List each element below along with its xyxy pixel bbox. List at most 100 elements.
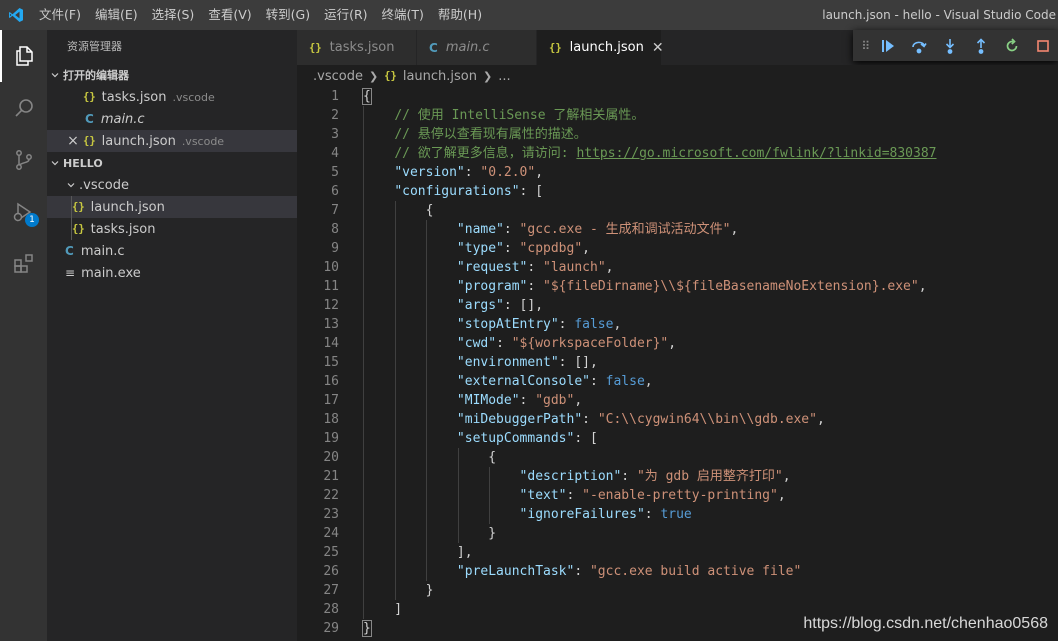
line-number: 23 [323, 507, 339, 522]
json-string: "${workspaceFolder}" [511, 336, 669, 351]
json-string: "${fileDirname}\\${fileBasenameNoExtensi… [543, 279, 919, 294]
comment-link[interactable]: https://go.microsoft.com/fwlink/?linkid=… [576, 146, 936, 161]
line-number: 5 [331, 165, 339, 180]
window-title: launch.json - hello - Visual Studio Code [822, 8, 1056, 22]
json-boolean: false [605, 374, 645, 389]
code-line: 22 "text": "-enable-pretty-printing", [297, 486, 1058, 505]
explorer-icon[interactable] [0, 30, 47, 82]
line-number: 18 [323, 412, 339, 427]
title-bar: 文件(F) 编辑(E) 选择(S) 查看(V) 转到(G) 运行(R) 终端(T… [0, 0, 1058, 30]
breadcrumb-more[interactable]: ... [498, 69, 510, 84]
open-editor-item[interactable]: {} tasks.json .vscode [47, 86, 297, 108]
line-number: 20 [323, 450, 339, 465]
file-item[interactable]: C main.c [47, 240, 297, 262]
chevron-down-icon [63, 180, 79, 190]
tab-main-c[interactable]: C main.c [417, 30, 537, 65]
stop-icon[interactable] [1027, 32, 1058, 60]
workspace-header[interactable]: HELLO [47, 152, 297, 174]
breadcrumb-file[interactable]: launch.json [403, 69, 477, 84]
breadcrumb-folder[interactable]: .vscode [313, 69, 363, 84]
activity-bar: 1 [0, 30, 47, 641]
json-key: "cwd" [456, 336, 497, 351]
json-key: "externalConsole" [456, 374, 590, 389]
debug-toolbar: ⠿ [853, 30, 1058, 61]
step-out-icon[interactable] [965, 32, 996, 60]
line-number: 24 [323, 526, 339, 541]
extensions-icon[interactable] [0, 238, 47, 290]
menu-help[interactable]: 帮助(H) [431, 0, 489, 30]
run-debug-icon[interactable]: 1 [0, 186, 47, 238]
close-icon[interactable]: ✕ [652, 40, 664, 56]
c-file-icon: C [429, 40, 438, 55]
open-editor-name: main.c [100, 111, 145, 127]
json-string: "gcc.exe build active file" [589, 564, 802, 579]
step-into-icon[interactable] [934, 32, 965, 60]
restart-icon[interactable] [996, 32, 1027, 60]
json-file-icon: {} [549, 41, 562, 54]
code-editor[interactable]: 1{ 2 // 使用 IntelliSense 了解相关属性。 3 // 悬停以… [297, 87, 1058, 641]
code-line: 2 // 使用 IntelliSense 了解相关属性。 [297, 106, 1058, 125]
code-line: 12 "args": [], [297, 296, 1058, 315]
file-item[interactable]: {} launch.json [47, 196, 297, 218]
open-editors-header[interactable]: 打开的编辑器 [47, 64, 297, 86]
code-line: 24 } [297, 524, 1058, 543]
menu-terminal[interactable]: 终端(T) [375, 0, 431, 30]
file-item[interactable]: {} tasks.json [47, 218, 297, 240]
menu-edit[interactable]: 编辑(E) [88, 0, 145, 30]
exe-file-icon: ≡ [65, 266, 76, 280]
json-key: "ignoreFailures" [519, 507, 645, 522]
code-line: 7 { [297, 201, 1058, 220]
json-key: "args" [456, 298, 504, 313]
line-number: 3 [331, 127, 339, 142]
step-over-icon[interactable] [903, 32, 934, 60]
code-line: 8 "name": "gcc.exe - 生成和调试活动文件", [297, 220, 1058, 239]
line-number: 21 [323, 469, 339, 484]
folder-item[interactable]: .vscode [47, 174, 297, 196]
open-editor-item[interactable]: C main.c [47, 108, 297, 130]
code-line: 15 "environment": [], [297, 353, 1058, 372]
json-key: "name" [456, 222, 504, 237]
code-line: 25 ], [297, 543, 1058, 562]
json-string: "0.2.0" [480, 165, 536, 180]
tab-launch-json[interactable]: {} launch.json ✕ [537, 30, 664, 65]
json-key: "version" [394, 165, 465, 180]
menu-file[interactable]: 文件(F) [32, 0, 88, 30]
line-number: 4 [331, 146, 339, 161]
code-line: 16 "externalConsole": false, [297, 372, 1058, 391]
json-string: "C:\\cygwin64\\bin\\gdb.exe" [597, 412, 817, 427]
open-editor-item[interactable]: × {} launch.json .vscode [47, 130, 297, 152]
file-item[interactable]: ≡ main.exe [47, 262, 297, 284]
line-number: 22 [323, 488, 339, 503]
brace: { [362, 88, 372, 105]
open-editor-name: tasks.json [101, 89, 167, 105]
code-line: 17 "MIMode": "gdb", [297, 391, 1058, 410]
drag-handle-icon[interactable]: ⠿ [859, 32, 873, 60]
json-file-icon: {} [72, 201, 85, 213]
search-icon[interactable] [0, 82, 47, 134]
line-number: 2 [331, 108, 339, 123]
tab-tasks-json[interactable]: {} tasks.json [297, 30, 417, 65]
sidebar-title: 资源管理器 [67, 40, 122, 53]
code-line: 4 // 欲了解更多信息，请访问: https://go.microsoft.c… [297, 144, 1058, 163]
code-line: 5 "version": "0.2.0", [297, 163, 1058, 182]
json-file-icon: {} [309, 41, 322, 54]
brace: } [362, 620, 372, 637]
json-boolean: true [660, 507, 692, 522]
json-file-icon: {} [83, 91, 96, 103]
comment: // 悬停以查看现有属性的描述。 [394, 127, 587, 142]
close-icon[interactable]: × [65, 133, 81, 149]
continue-icon[interactable] [873, 32, 904, 60]
menu-run[interactable]: 运行(R) [317, 0, 374, 30]
file-name: tasks.json [90, 221, 156, 237]
source-control-icon[interactable] [0, 134, 47, 186]
json-key: "environment" [456, 355, 559, 370]
open-editor-desc: .vscode [172, 90, 215, 104]
menu-go[interactable]: 转到(G) [259, 0, 317, 30]
tab-label: main.c [445, 40, 490, 55]
code-line: 21 "description": "为 gdb 启用整齐打印", [297, 467, 1058, 486]
file-name: launch.json [90, 199, 165, 215]
menu-selection[interactable]: 选择(S) [145, 0, 202, 30]
open-editors-label: 打开的编辑器 [63, 69, 129, 82]
line-number: 26 [323, 564, 339, 579]
menu-view[interactable]: 查看(V) [201, 0, 258, 30]
